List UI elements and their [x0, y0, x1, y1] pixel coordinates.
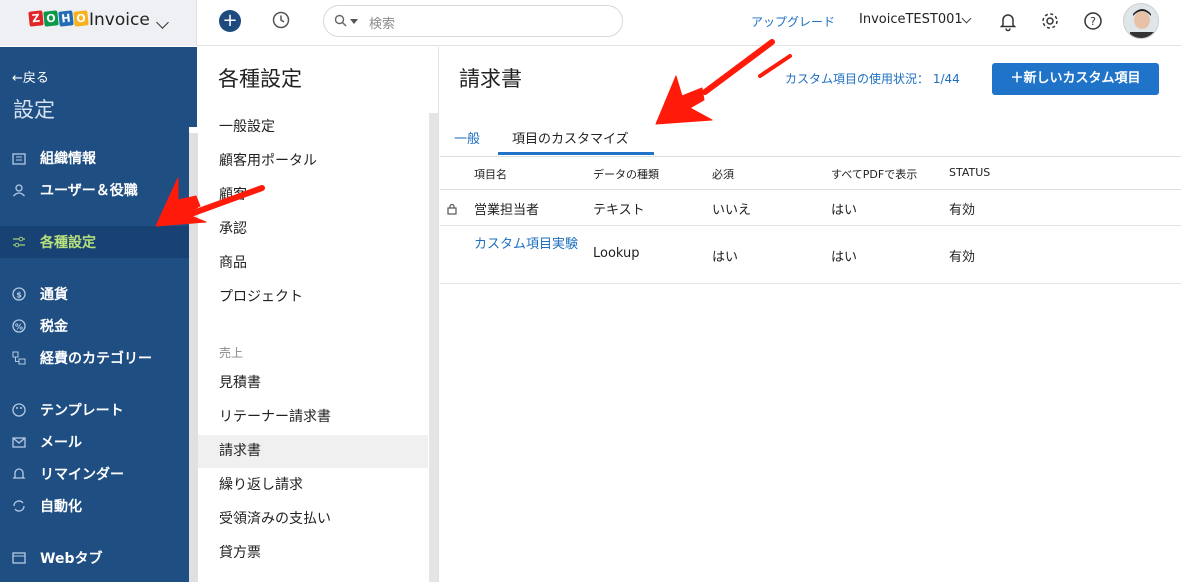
sidebar-item-currency[interactable]: $ 通貨	[0, 278, 189, 310]
sidebar-item-expense-category[interactable]: 経費のカテゴリー	[0, 342, 189, 374]
sliders-icon	[12, 235, 26, 249]
back-link[interactable]: ←戻る	[12, 67, 49, 86]
currency-icon: $	[12, 287, 26, 301]
sidebar-title: 設定	[13, 98, 55, 122]
zoho-logo: Z O H O	[28, 10, 89, 27]
field-name: 営業担当者	[474, 203, 540, 218]
field-mandatory: いいえ	[712, 203, 752, 218]
page-title: 請求書	[459, 67, 522, 91]
search-bar[interactable]: 検索	[323, 5, 623, 37]
search-scope-caret-icon[interactable]	[350, 19, 358, 24]
panel-item-credit-notes[interactable]: 貸方票	[198, 537, 428, 570]
tab-bar: 一般 項目のカスタマイズ	[440, 124, 1181, 157]
sidebar-item-email[interactable]: メール	[0, 426, 189, 458]
svg-text:%: %	[15, 323, 23, 332]
search-input[interactable]: 検索	[369, 13, 395, 32]
sidebar-item-preferences[interactable]: 各種設定	[0, 226, 189, 258]
field-mandatory: はい	[712, 250, 739, 265]
category-icon	[12, 351, 26, 365]
sidebar-item-reminders[interactable]: リマインダー	[0, 458, 189, 490]
column-header-mandatory: 必須	[712, 168, 734, 181]
sidebar-header: ←戻る 設定	[0, 47, 197, 127]
field-status: 有効	[949, 250, 976, 265]
table-header: 項目名 データの種類 必須 すべてPDFで表示 STATUS	[440, 157, 1181, 190]
lock-icon	[447, 203, 457, 215]
panel-item-customer-portal[interactable]: 顧客用ポータル	[198, 145, 428, 178]
app-name: Invoice	[89, 10, 150, 30]
history-icon[interactable]	[271, 10, 291, 30]
bell-icon	[12, 467, 26, 481]
user-avatar[interactable]	[1123, 3, 1159, 39]
org-switcher[interactable]: InvoiceTEST001	[859, 12, 963, 27]
active-tab-indicator	[498, 152, 654, 155]
tab-general[interactable]: 一般	[454, 128, 480, 147]
settings-sidebar: ←戻る 設定 組織情報 ユーザー＆役職 各種設定 $ 通貨 % 税金 経費のカテ…	[0, 47, 197, 582]
panel-item-quotes[interactable]: 見積書	[198, 367, 428, 400]
table-row[interactable]: カスタム項目実験 Lookup はい はい 有効	[440, 227, 1181, 284]
mail-icon	[12, 435, 26, 449]
panel-scrollbar[interactable]	[429, 113, 438, 582]
panel-item-items[interactable]: 商品	[198, 247, 428, 280]
bell-icon[interactable]	[997, 10, 1019, 32]
webtab-icon	[12, 551, 26, 565]
quick-create-button[interactable]: +	[219, 10, 241, 32]
panel-item-customers[interactable]: 顧客	[198, 179, 428, 212]
panel-item-general[interactable]: 一般設定	[198, 111, 428, 144]
sidebar-item-users[interactable]: ユーザー＆役職	[0, 174, 189, 206]
sidebar-item-webtabs[interactable]: Webタブ	[0, 542, 189, 574]
gear-icon[interactable]	[1039, 10, 1061, 32]
panel-item-retainer-invoices[interactable]: リテーナー請求書	[198, 401, 428, 434]
field-show-in-pdf: はい	[831, 250, 858, 265]
new-custom-field-button[interactable]: ＋新しいカスタム項目	[992, 63, 1159, 95]
field-type: Lookup	[593, 246, 640, 261]
sidebar-item-organization[interactable]: 組織情報	[0, 142, 189, 174]
field-status: 有効	[949, 203, 976, 218]
building-icon	[12, 151, 26, 165]
custom-field-usage-link[interactable]: カスタム項目の使用状況： 1/44	[785, 70, 960, 87]
sidebar-item-automation[interactable]: 自動化	[0, 490, 189, 522]
help-icon[interactable]: ?	[1082, 10, 1104, 32]
automation-icon	[12, 499, 26, 513]
search-icon[interactable]	[334, 14, 347, 27]
panel-item-recurring-invoices[interactable]: 繰り返し請求	[198, 469, 428, 502]
column-header-data-type: データの種類	[593, 168, 659, 181]
upgrade-link[interactable]: アップグレード	[751, 13, 835, 30]
column-header-show-in-pdf: すべてPDFで表示	[831, 168, 918, 181]
tab-field-customization[interactable]: 項目のカスタマイズ	[512, 128, 629, 147]
chevron-down-icon[interactable]	[156, 16, 169, 29]
sidebar-item-tax[interactable]: % 税金	[0, 310, 189, 342]
panel-item-invoices[interactable]: 請求書	[198, 435, 428, 468]
top-bar: Z O H O Invoice + 検索 アップグレード InvoiceTEST…	[0, 0, 1181, 46]
panel-section-sales: 売上	[219, 346, 244, 360]
field-type: テキスト	[593, 203, 645, 218]
sidebar-scrollbar[interactable]	[189, 133, 198, 582]
column-header-field-name: 項目名	[474, 168, 507, 181]
table-row[interactable]: 営業担当者 テキスト いいえ はい 有効	[440, 190, 1181, 226]
svg-text:?: ?	[1090, 15, 1096, 28]
preferences-panel: 各種設定 一般設定 顧客用ポータル 顧客 承認 商品 プロジェクト 売上 見積書…	[198, 47, 439, 582]
panel-item-approvals[interactable]: 承認	[198, 213, 428, 246]
users-icon	[12, 183, 26, 197]
field-show-in-pdf: はい	[831, 203, 858, 218]
org-chevron-down-icon[interactable]	[961, 13, 972, 24]
sidebar-item-templates[interactable]: テンプレート	[0, 394, 189, 426]
panel-title: 各種設定	[218, 67, 302, 91]
panel-item-projects[interactable]: プロジェクト	[198, 281, 428, 314]
main-content: 請求書 カスタム項目の使用状況： 1/44 ＋新しいカスタム項目 一般 項目のカ…	[440, 47, 1181, 582]
column-header-status: STATUS	[949, 166, 991, 179]
brand-area[interactable]: Z O H O Invoice	[0, 0, 197, 46]
field-name-link[interactable]: カスタム項目実験	[474, 235, 579, 254]
palette-icon	[12, 403, 26, 417]
tax-icon: %	[12, 319, 26, 333]
svg-text:$: $	[16, 291, 22, 300]
panel-item-payments-received[interactable]: 受領済みの支払い	[198, 503, 428, 536]
